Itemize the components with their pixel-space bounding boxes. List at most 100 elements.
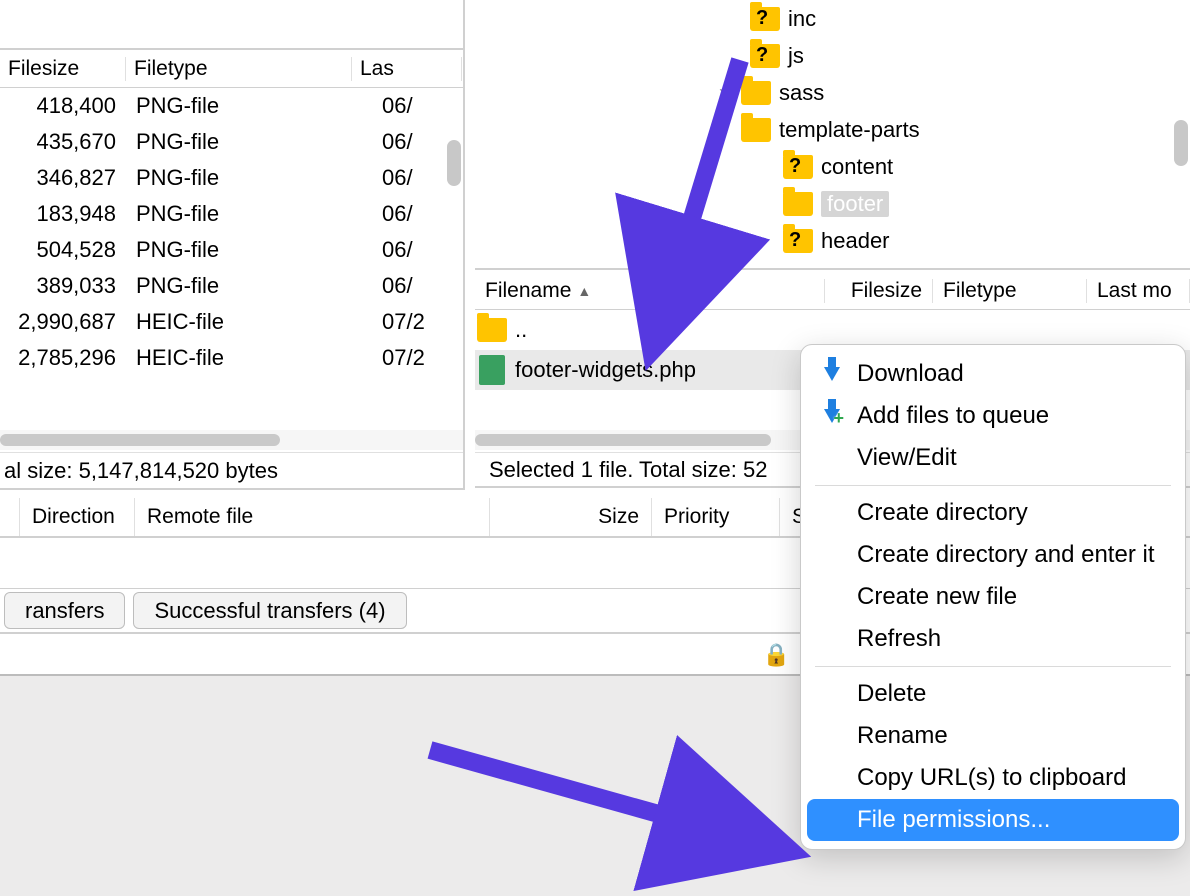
tree-label: footer	[821, 191, 889, 217]
menu-refresh[interactable]: Refresh	[807, 618, 1179, 660]
folder-icon: ?	[750, 44, 780, 68]
file-lastmod: 06/	[352, 201, 462, 227]
menu-add-to-queue[interactable]: Add files to queue	[807, 395, 1179, 437]
disclosure-icon[interactable]: ›	[711, 82, 733, 103]
tree-item-js[interactable]: ? js	[475, 37, 1190, 74]
file-size: 2,785,296	[0, 345, 126, 371]
local-file-panel: Filesize Filetype Las 418,400PNG-file06/…	[0, 0, 465, 490]
file-lastmod: 07/2	[352, 345, 462, 371]
transfer-header-remote-file[interactable]: Remote file	[135, 498, 490, 536]
file-type: PNG-file	[126, 237, 352, 263]
menu-create-new-file[interactable]: Create new file	[807, 576, 1179, 618]
transfer-header-priority[interactable]: Priority	[652, 498, 780, 536]
local-file-row[interactable]: 504,528PNG-file06/	[0, 232, 463, 268]
remote-header-filetype[interactable]: Filetype	[933, 279, 1087, 303]
file-size: 183,948	[0, 201, 126, 227]
tree-label: inc	[788, 6, 816, 32]
local-column-headers[interactable]: Filesize Filetype Las	[0, 50, 463, 88]
local-file-row[interactable]: 418,400PNG-file06/	[0, 88, 463, 124]
tree-label: sass	[779, 80, 824, 106]
folder-icon	[741, 118, 771, 142]
folder-icon: ?	[750, 7, 780, 31]
menu-delete[interactable]: Delete	[807, 673, 1179, 715]
folder-icon: ?	[783, 155, 813, 179]
local-vertical-scrollbar[interactable]	[447, 140, 461, 186]
menu-create-directory[interactable]: Create directory	[807, 492, 1179, 534]
menu-file-permissions[interactable]: File permissions...	[807, 799, 1179, 841]
menu-download[interactable]: Download	[807, 353, 1179, 395]
remote-header-filesize[interactable]: Filesize	[825, 279, 933, 303]
tree-label: header	[821, 228, 890, 254]
remote-column-headers[interactable]: Filename ▲ Filesize Filetype Last mo	[475, 272, 1190, 310]
download-icon	[819, 367, 845, 381]
local-file-row[interactable]: 346,827PNG-file06/	[0, 160, 463, 196]
remote-directory-tree: ? inc? js › sass ⌄ template-parts? content foote…	[475, 0, 1190, 270]
file-lastmod: 06/	[352, 273, 462, 299]
tree-item-header[interactable]: ? header	[475, 222, 1190, 259]
file-type: HEIC-file	[126, 309, 352, 335]
folder-icon	[741, 81, 771, 105]
remote-header-lastmod[interactable]: Last mo	[1087, 279, 1190, 303]
file-lastmod: 06/	[352, 93, 462, 119]
transfer-header-size[interactable]: Size	[490, 498, 652, 536]
tab-failed-transfers[interactable]: ransfers	[4, 592, 125, 629]
folder-icon	[783, 192, 813, 216]
file-name: ..	[509, 317, 527, 343]
file-size: 389,033	[0, 273, 126, 299]
menu-separator	[815, 666, 1171, 667]
menu-view-edit[interactable]: View/Edit	[807, 437, 1179, 479]
file-type: HEIC-file	[126, 345, 352, 371]
context-menu: Download Add files to queue View/Edit Cr…	[800, 344, 1186, 850]
sort-ascending-icon: ▲	[577, 283, 591, 299]
file-name: footer-widgets.php	[509, 357, 696, 383]
tree-item-inc[interactable]: ? inc	[475, 0, 1190, 37]
file-lastmod: 06/	[352, 237, 462, 263]
local-panel-top	[0, 0, 463, 50]
remote-tree-vertical-scrollbar[interactable]	[1174, 120, 1188, 166]
tree-label: template-parts	[779, 117, 920, 143]
file-lastmod: 06/	[352, 165, 462, 191]
lock-icon: 🔒	[763, 642, 790, 668]
local-header-filetype[interactable]: Filetype	[126, 57, 352, 81]
local-header-lastmod[interactable]: Las	[352, 57, 462, 81]
file-lastmod: 07/2	[352, 309, 462, 335]
local-file-rows: 418,400PNG-file06/435,670PNG-file06/346,…	[0, 88, 463, 376]
tree-item-sass[interactable]: › sass	[475, 74, 1190, 111]
file-type: PNG-file	[126, 93, 352, 119]
local-horizontal-scrollbar[interactable]	[0, 430, 463, 450]
tree-item-footer[interactable]: footer	[475, 185, 1190, 222]
menu-rename[interactable]: Rename	[807, 715, 1179, 757]
file-type: PNG-file	[126, 129, 352, 155]
file-size: 504,528	[0, 237, 126, 263]
local-file-row[interactable]: 435,670PNG-file06/	[0, 124, 463, 160]
transfer-header-direction[interactable]: Direction	[20, 498, 135, 536]
local-file-row[interactable]: 2,785,296HEIC-file07/2	[0, 340, 463, 376]
menu-copy-url[interactable]: Copy URL(s) to clipboard	[807, 757, 1179, 799]
file-type: PNG-file	[126, 201, 352, 227]
folder-icon	[477, 318, 507, 342]
local-header-filesize[interactable]: Filesize	[0, 57, 126, 81]
php-file-icon	[479, 355, 505, 385]
file-type: PNG-file	[126, 165, 352, 191]
menu-create-directory-enter[interactable]: Create directory and enter it	[807, 534, 1179, 576]
disclosure-icon[interactable]: ⌄	[711, 119, 733, 140]
file-size: 435,670	[0, 129, 126, 155]
file-size: 2,990,687	[0, 309, 126, 335]
remote-header-filename[interactable]: Filename ▲	[475, 279, 825, 303]
tree-item-content[interactable]: ? content	[475, 148, 1190, 185]
add-to-queue-icon	[819, 409, 845, 423]
local-file-row[interactable]: 2,990,687HEIC-file07/2	[0, 304, 463, 340]
tree-item-template-parts[interactable]: ⌄ template-parts	[475, 111, 1190, 148]
tab-successful-transfers[interactable]: Successful transfers (4)	[133, 592, 406, 629]
menu-separator	[815, 485, 1171, 486]
local-status-bar: al size: 5,147,814,520 bytes	[0, 452, 463, 488]
file-size: 418,400	[0, 93, 126, 119]
local-file-row[interactable]: 389,033PNG-file06/	[0, 268, 463, 304]
file-size: 346,827	[0, 165, 126, 191]
tree-label: content	[821, 154, 893, 180]
local-file-row[interactable]: 183,948PNG-file06/	[0, 196, 463, 232]
file-type: PNG-file	[126, 273, 352, 299]
folder-icon: ?	[783, 229, 813, 253]
file-lastmod: 06/	[352, 129, 462, 155]
tree-label: js	[788, 43, 804, 69]
